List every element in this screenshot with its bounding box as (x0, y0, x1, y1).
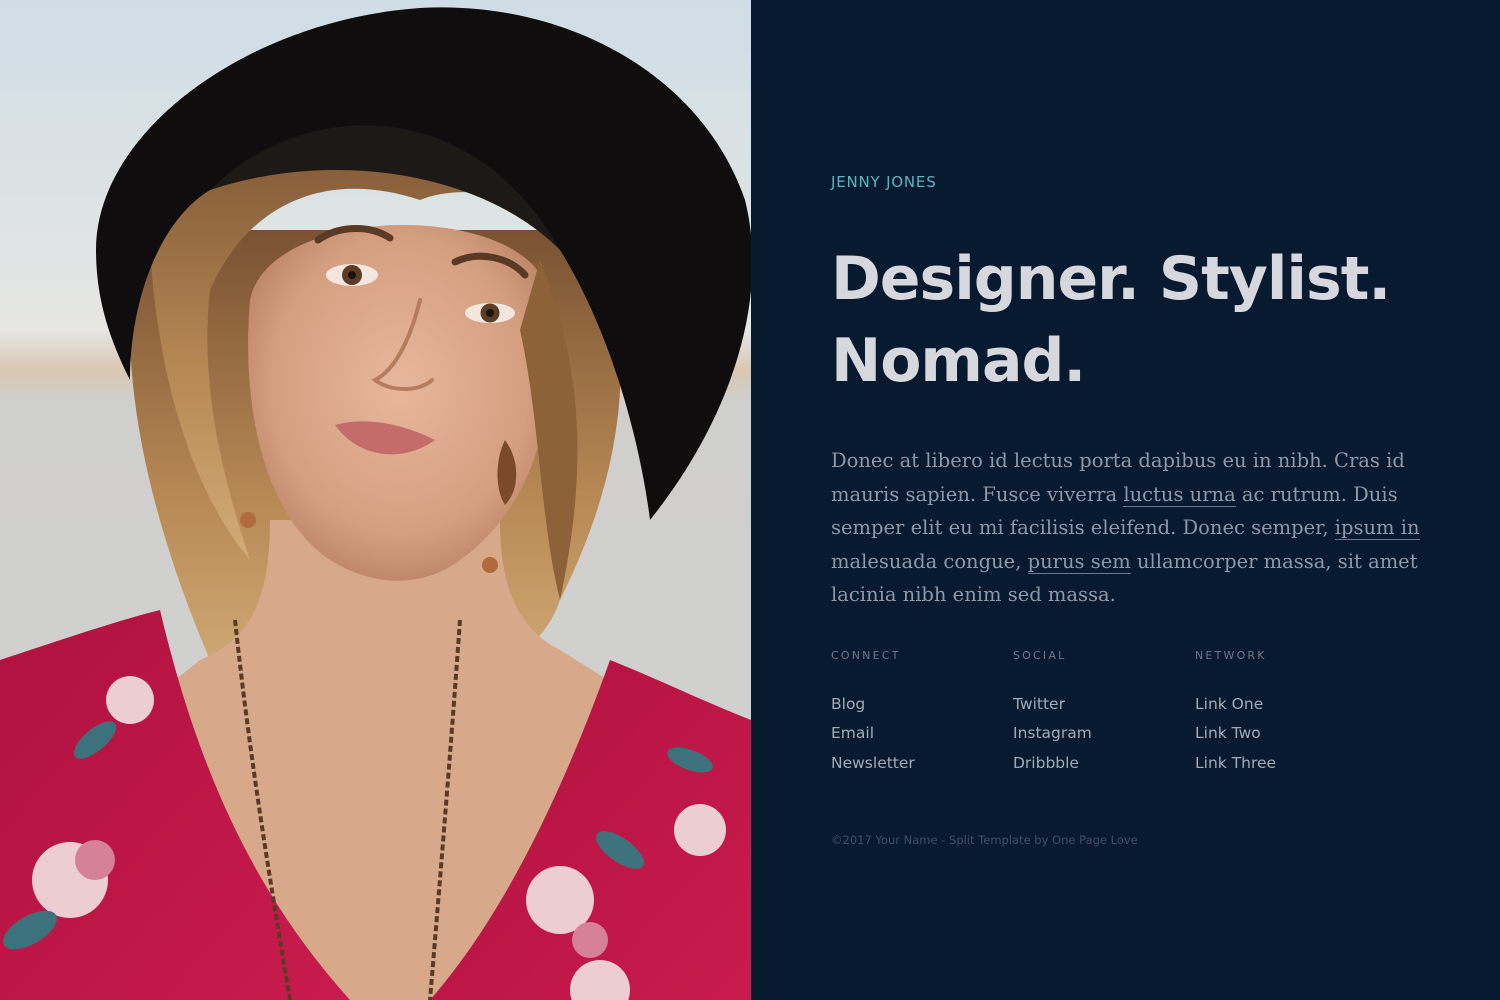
content-panel: JENNY JONES Designer. Stylist. Nomad. Do… (751, 0, 1500, 1000)
social-links: Twitter Instagram Dribbble (1013, 690, 1195, 779)
link-twitter[interactable]: Twitter (1013, 695, 1065, 713)
column-network: NETWORK Link One Link Two Link Three (1195, 648, 1377, 779)
column-heading-social: SOCIAL (1013, 648, 1067, 662)
column-social: SOCIAL Twitter Instagram Dribbble (1013, 648, 1195, 779)
headline-line-1: Designer. Stylist. (831, 244, 1391, 314)
column-heading-connect: CONNECT (831, 648, 901, 662)
link-one[interactable]: Link One (1195, 695, 1263, 713)
column-connect: CONNECT Blog Email Newsletter (831, 648, 1013, 779)
link-instagram[interactable]: Instagram (1013, 724, 1092, 742)
bio-link-ipsum-in[interactable]: ipsum in (1334, 516, 1420, 540)
bio-link-purus-sem[interactable]: purus sem (1027, 549, 1131, 574)
bio-text-3: malesuada congue, (831, 549, 1028, 573)
column-heading-network: NETWORK (1195, 648, 1267, 662)
page-headline: Designer. Stylist. Nomad. (831, 238, 1431, 402)
link-blog[interactable]: Blog (831, 695, 865, 713)
portrait-illustration (0, 0, 751, 1000)
link-dribbble[interactable]: Dribbble (1013, 754, 1079, 772)
link-columns: CONNECT Blog Email Newsletter SOCIAL Twi… (831, 648, 1391, 779)
bio-link-luctus-urna[interactable]: luctus urna (1123, 482, 1236, 507)
link-newsletter[interactable]: Newsletter (831, 754, 915, 772)
author-name: JENNY JONES (831, 173, 937, 191)
bio-paragraph: Donec at libero id lectus porta dapibus … (831, 444, 1421, 612)
connect-links: Blog Email Newsletter (831, 690, 1013, 779)
footer-credit: ©2017 Your Name - Split Template by One … (831, 833, 1138, 847)
headline-line-2: Nomad. (831, 326, 1086, 396)
network-links: Link One Link Two Link Three (1195, 690, 1377, 779)
link-email[interactable]: Email (831, 724, 874, 742)
split-page: JENNY JONES Designer. Stylist. Nomad. Do… (0, 0, 1500, 1000)
portrait-photo (0, 0, 751, 1000)
link-two[interactable]: Link Two (1195, 724, 1261, 742)
link-three[interactable]: Link Three (1195, 754, 1276, 772)
